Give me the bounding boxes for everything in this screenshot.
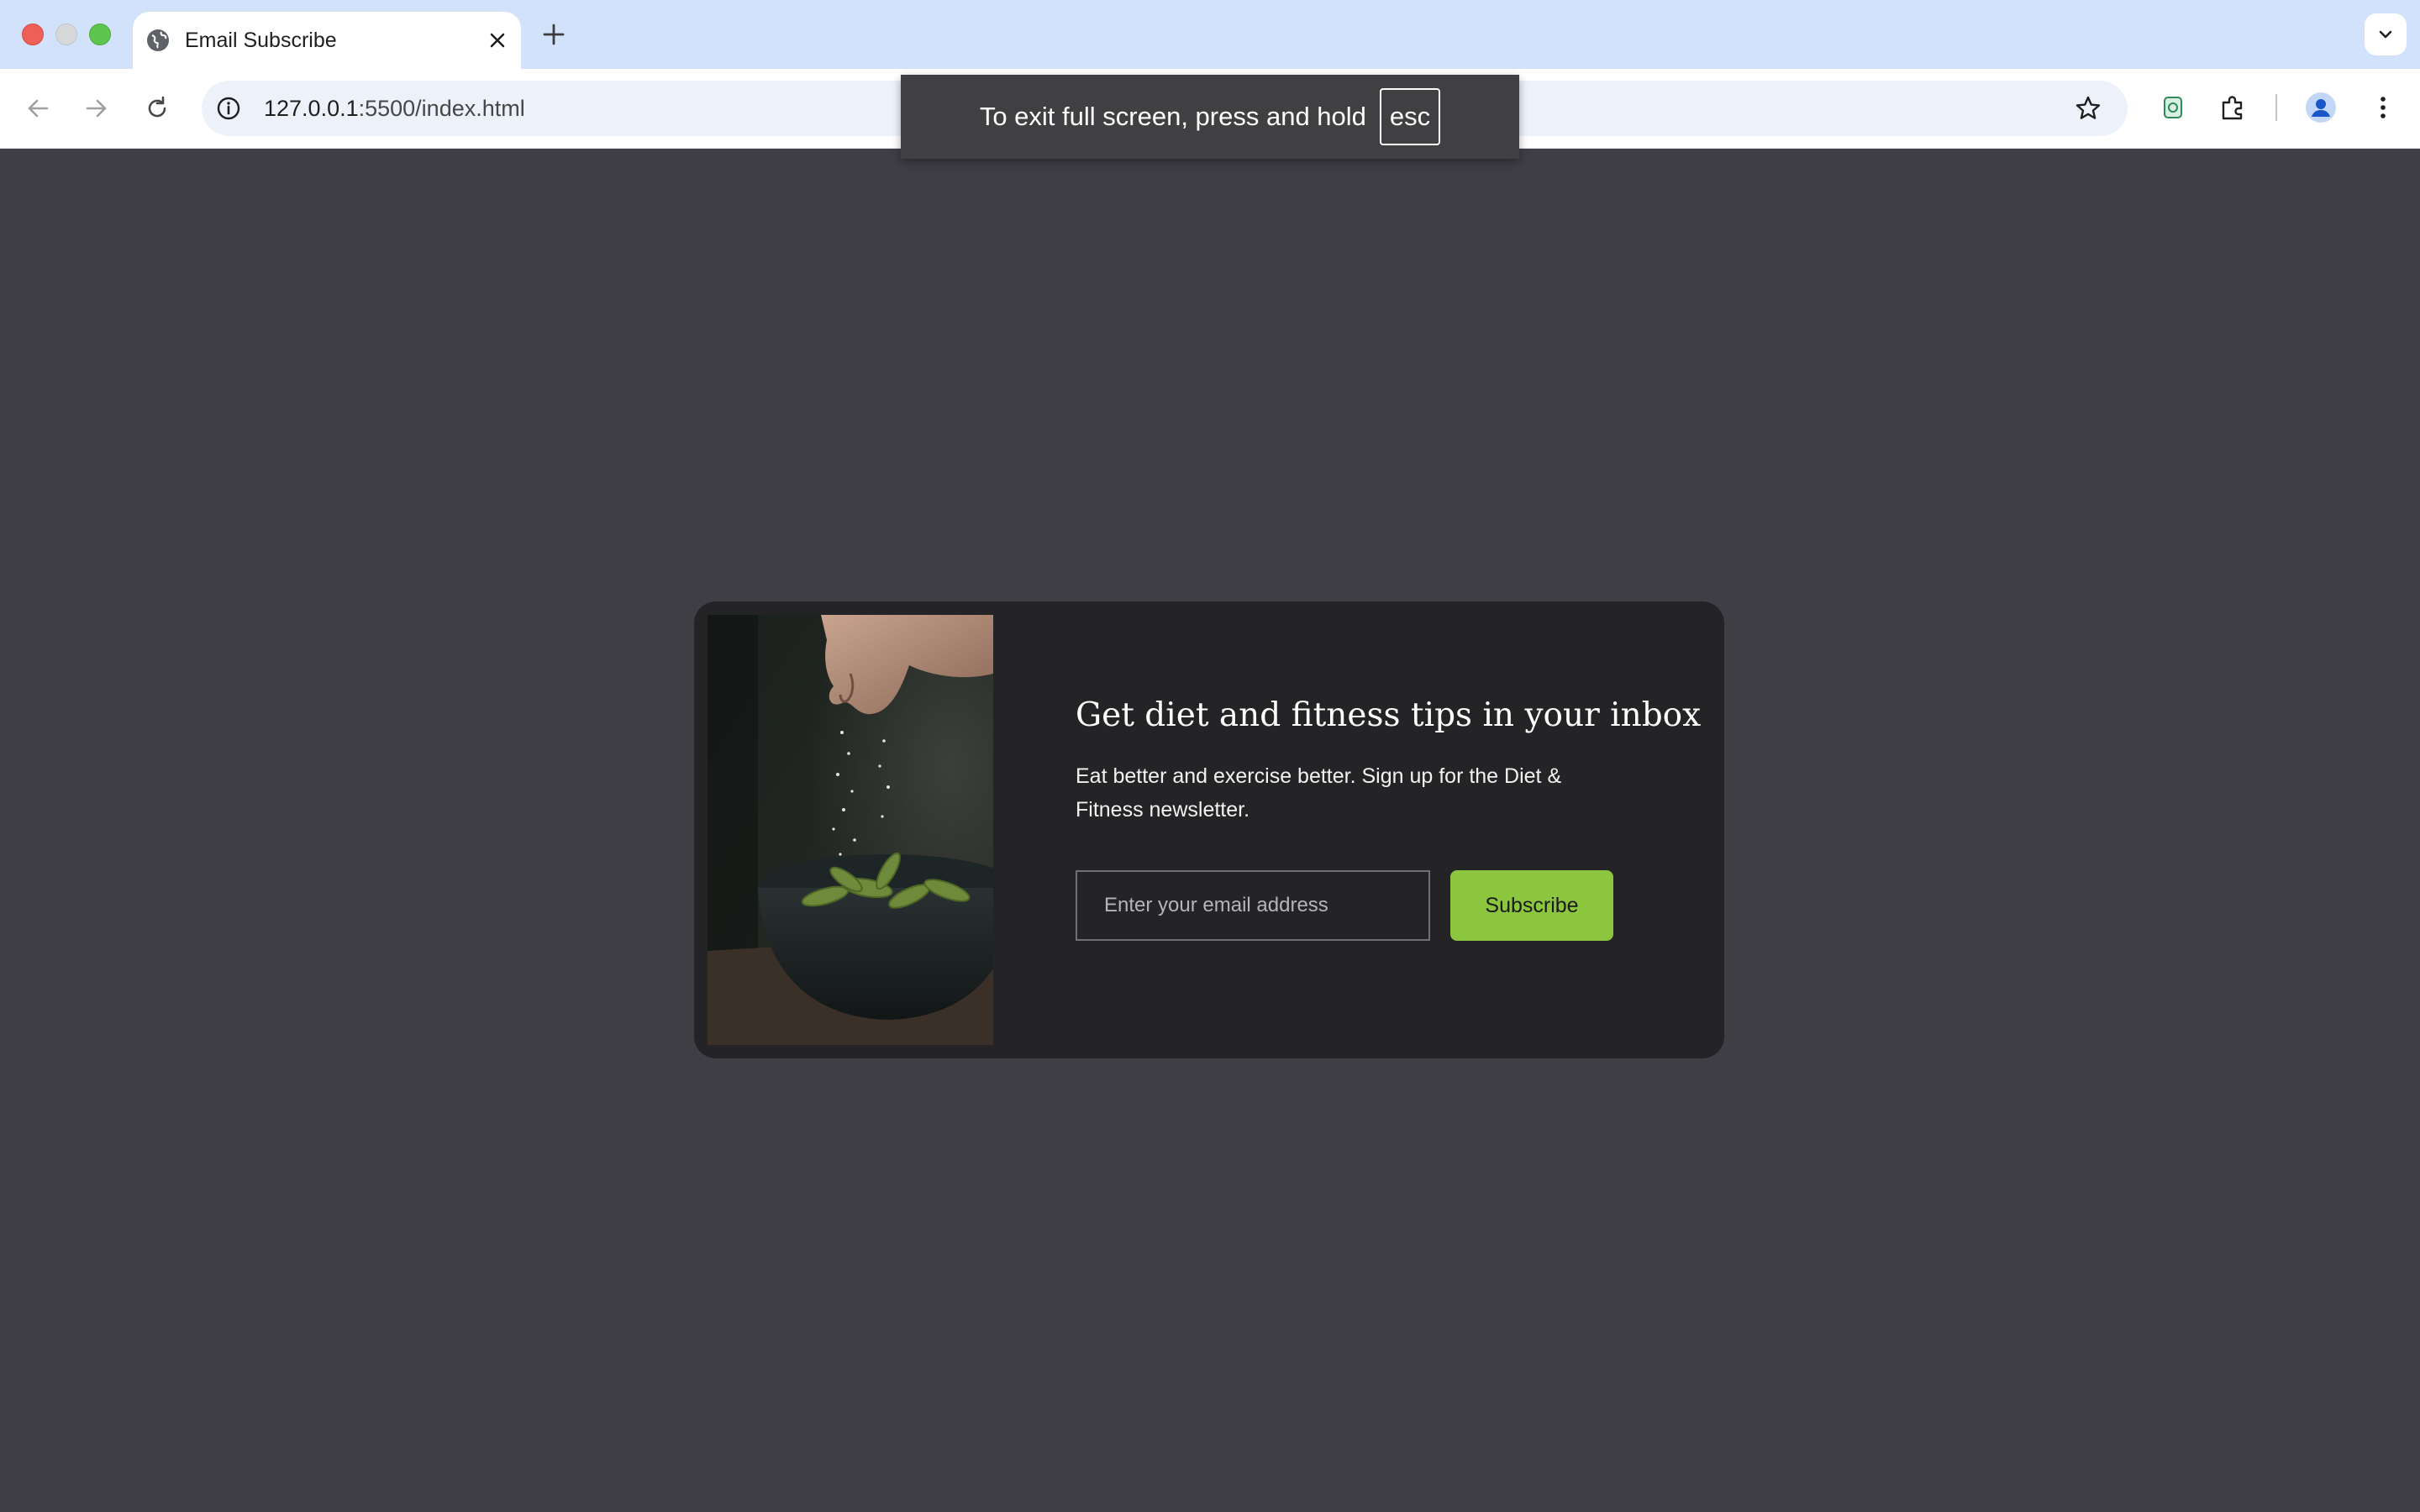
- tab-title: Email Subscribe: [185, 29, 337, 52]
- profile-avatar-icon[interactable]: [2304, 91, 2338, 124]
- subscribe-button[interactable]: Subscribe: [1450, 870, 1613, 941]
- food-photo-icon: [708, 615, 993, 1045]
- browser-tab[interactable]: Email Subscribe: [133, 12, 521, 69]
- food-photo: [708, 615, 993, 1045]
- signup-description: Eat better and exercise better. Sign up …: [1076, 764, 1562, 822]
- tab-search-button[interactable]: [2365, 13, 2407, 55]
- more-menu-icon[interactable]: [2366, 91, 2400, 124]
- new-tab-icon[interactable]: [539, 20, 568, 49]
- extension-icon[interactable]: [2156, 91, 2190, 124]
- chevron-down-icon: [2379, 30, 2392, 39]
- forward-arrow-icon[interactable]: [81, 92, 113, 124]
- esc-key-badge: esc: [1379, 88, 1441, 145]
- reload-icon[interactable]: [141, 92, 173, 124]
- window-fullscreen-icon[interactable]: [89, 24, 111, 45]
- fullscreen-notice: To exit full screen, press and hold esc: [901, 75, 1519, 159]
- extensions-puzzle-icon[interactable]: [2217, 91, 2250, 124]
- signup-card: Get diet and fitness tips in your inbox …: [694, 601, 1724, 1058]
- back-arrow-icon[interactable]: [22, 92, 54, 124]
- tab-close-icon[interactable]: [486, 29, 509, 52]
- url-host: 127.0.0.1: [264, 96, 359, 121]
- bookmark-star-icon[interactable]: [2074, 94, 2102, 123]
- url-text[interactable]: 127.0.0.1:5500/index.html: [264, 81, 525, 136]
- signup-heading: Get diet and fitness tips in your inbox: [1076, 696, 1702, 734]
- email-input[interactable]: [1076, 870, 1430, 941]
- window-minimize-icon[interactable]: [55, 24, 77, 45]
- url-path: :5500/index.html: [358, 96, 525, 121]
- site-info-icon[interactable]: [215, 95, 242, 122]
- globe-icon: [147, 29, 169, 51]
- fullscreen-notice-text: To exit full screen, press and hold: [979, 102, 1366, 131]
- toolbar-divider: [2275, 94, 2277, 121]
- window-close-icon[interactable]: [22, 24, 44, 45]
- signup-content: Get diet and fitness tips in your inbox …: [1076, 694, 1702, 827]
- subscribe-form: Subscribe: [1076, 870, 1664, 941]
- browser-tab-strip: Email Subscribe: [0, 0, 2420, 69]
